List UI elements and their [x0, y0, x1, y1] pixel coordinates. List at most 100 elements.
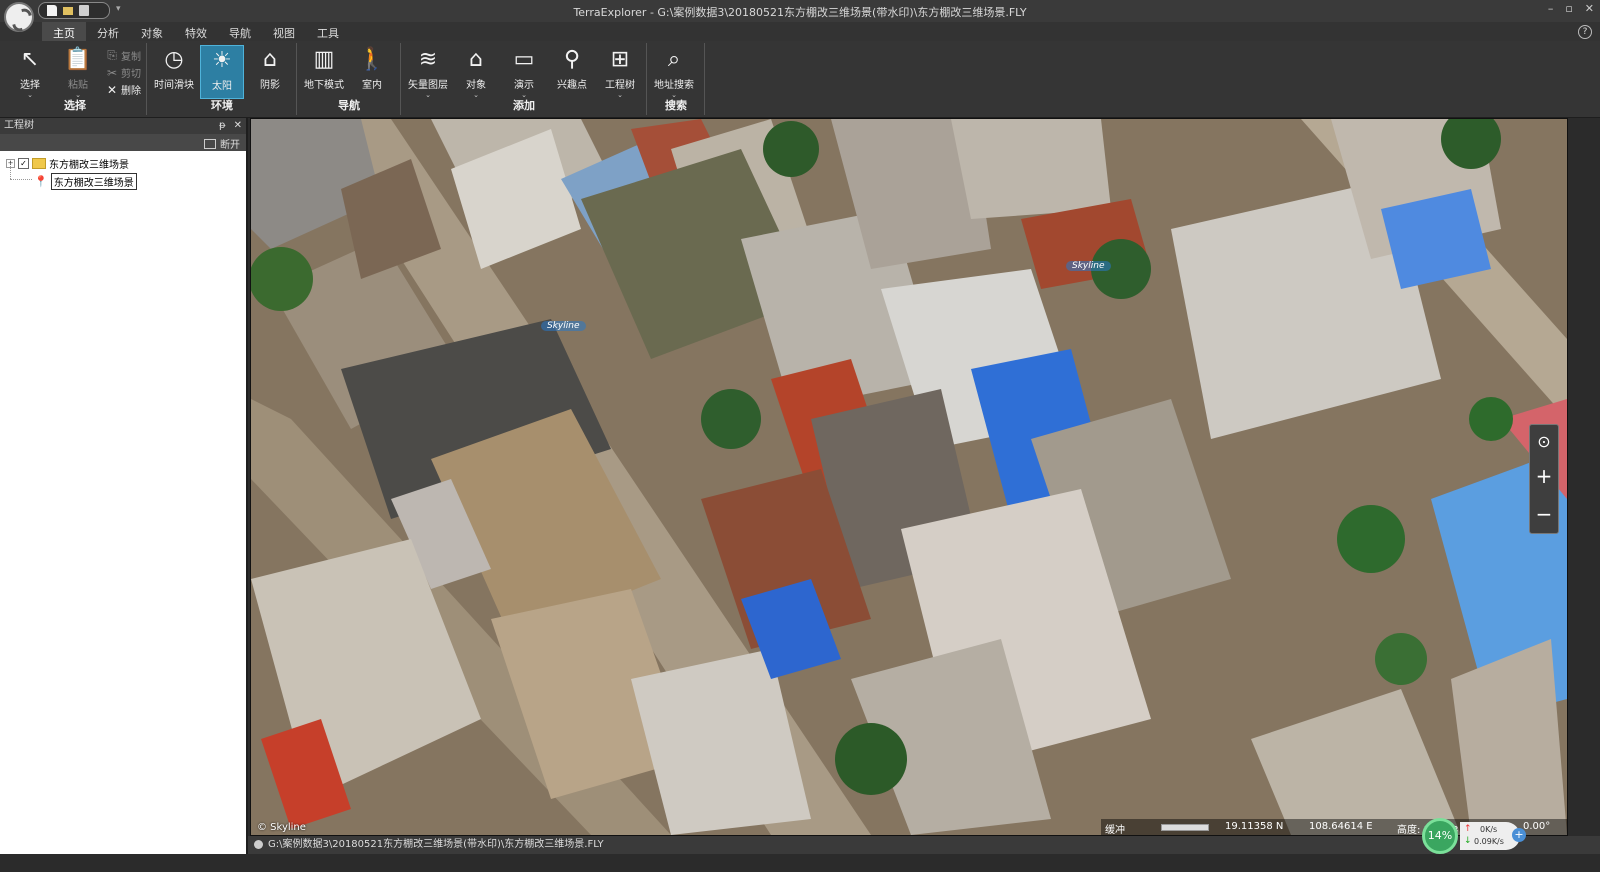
- indoor-label: 室内: [362, 80, 382, 91]
- disconnect-button[interactable]: 断开: [204, 136, 240, 151]
- paste-button[interactable]: 📋 粘贴 ⌄: [56, 45, 100, 99]
- aerial-scene: [251, 119, 1567, 835]
- pin-icon[interactable]: ᵽ: [219, 118, 226, 134]
- presentation-board-icon: ▭: [513, 47, 535, 72]
- project-tree-toolbar: 断开: [0, 134, 246, 151]
- copy-button[interactable]: ⎘ 复制: [106, 47, 141, 64]
- tree-node-label: 东方棚改三维场景: [49, 160, 129, 171]
- ribbon-toolbar: ↖ 选择 ⌄ 📋 粘贴 ⌄ ⎘ 复制 ✂ 剪切 ✕ 删除 选择 ◷ 时间滑块 ☀ 太阳…: [0, 41, 1600, 118]
- app-logo-icon[interactable]: [4, 2, 34, 32]
- latitude-readout: 19.11358 N: [1225, 821, 1284, 832]
- restore-button[interactable]: ▫: [1565, 2, 1572, 15]
- heading-readout: 0.00°: [1523, 821, 1551, 832]
- disconnect-label: 断开: [220, 140, 240, 151]
- tree: [835, 723, 907, 795]
- zoom-in-button[interactable]: +: [1536, 464, 1553, 488]
- cut-label: 剪切: [121, 69, 141, 80]
- select-button[interactable]: ↖ 选择 ⌄: [8, 45, 52, 99]
- close-button[interactable]: ✕: [1585, 2, 1594, 15]
- status-bar: G:\案例数据3\20180521东方棚改三维场景(带水印)\东方棚改三维场景.…: [248, 836, 1600, 854]
- select-label: 选择: [20, 80, 40, 91]
- group-label-select: 选择: [64, 99, 86, 112]
- project-tree-label: 工程树: [605, 80, 635, 91]
- delete-label: 删除: [121, 86, 141, 97]
- minimize-button[interactable]: –: [1548, 2, 1554, 15]
- tree: [1375, 633, 1427, 685]
- poi-label: 兴趣点: [557, 80, 587, 91]
- object-house-icon: ⌂: [469, 47, 483, 72]
- project-tree-button[interactable]: ⊞ 工程树 ⌄: [598, 45, 642, 99]
- object-button[interactable]: ⌂ 对象 ⌄: [454, 45, 498, 99]
- paste-label: 粘贴: [68, 80, 88, 91]
- group-label-navigation: 导航: [338, 99, 360, 112]
- underground-mode-button[interactable]: ▥ 地下模式: [302, 45, 346, 99]
- cpu-usage-indicator[interactable]: 14%: [1422, 818, 1458, 854]
- download-speed: 0.09K/s: [1474, 837, 1504, 846]
- delete-icon: ✕: [106, 82, 118, 97]
- scissors-icon: ✂: [106, 65, 118, 80]
- copyright-label: © Skyline: [257, 822, 306, 833]
- house-shadow-icon: ⌂: [263, 47, 277, 72]
- panel-close-icon[interactable]: ✕: [234, 118, 242, 134]
- group-label-add: 添加: [513, 99, 535, 112]
- ribbon-group-navigation: ▥ 地下模式 🚶 室内 导航: [298, 43, 401, 115]
- ribbon-group-search: ⌕ 地址搜索 ⌄ 搜索: [648, 43, 705, 115]
- ribbon-group-select: ↖ 选择 ⌄ 📋 粘贴 ⌄ ⎘ 复制 ✂ 剪切 ✕ 删除 选择: [4, 43, 147, 115]
- window-title: TerraExplorer - G:\案例数据3\20180521东方棚改三维场…: [573, 6, 1027, 19]
- help-icon[interactable]: ?: [1578, 25, 1592, 39]
- layers-icon: ≋: [418, 47, 438, 72]
- folder-icon: [32, 158, 46, 169]
- time-slider-label: 时间滑块: [154, 80, 194, 91]
- delete-button[interactable]: ✕ 删除: [106, 81, 141, 98]
- underground-icon: ▥: [313, 47, 335, 72]
- hierarchy-icon: ⊞: [610, 47, 630, 72]
- object-label: 对象: [466, 80, 486, 91]
- sun-button[interactable]: ☀ 太阳: [200, 45, 244, 99]
- navigation-control: ⊙ + −: [1529, 424, 1559, 534]
- vector-layer-button[interactable]: ≋ 矢量图层 ⌄: [406, 45, 450, 99]
- accelerate-plus-icon[interactable]: +: [1512, 828, 1526, 842]
- checkbox-icon[interactable]: ✓: [18, 158, 29, 169]
- clock-icon: ◷: [164, 47, 184, 72]
- title-bar: ▾ TerraExplorer - G:\案例数据3\20180521东方棚改三…: [0, 0, 1600, 23]
- tree: [251, 247, 313, 311]
- skyline-watermark: Skyline: [1066, 261, 1111, 271]
- poi-button[interactable]: ⚲ 兴趣点: [550, 45, 594, 99]
- cut-button[interactable]: ✂ 剪切: [106, 64, 141, 81]
- address-search-button[interactable]: ⌕ 地址搜索 ⌄: [652, 45, 696, 99]
- presentation-button[interactable]: ▭ 演示 ⌄: [502, 45, 546, 99]
- project-tree-title: 工程树: [4, 120, 34, 131]
- cursor-icon: ↖: [20, 47, 40, 72]
- 3d-viewport[interactable]: Skyline Skyline ⊙ + − © Skyline 缓冲 19.11…: [250, 118, 1568, 836]
- tree-connector: [10, 179, 32, 180]
- walking-person-icon: 🚶: [358, 47, 386, 72]
- copy-icon: ⎘: [107, 48, 117, 62]
- map-pin-icon: ⚲: [563, 47, 581, 72]
- zoom-out-button[interactable]: −: [1536, 502, 1553, 526]
- indoor-button[interactable]: 🚶 室内: [350, 45, 394, 99]
- download-arrow-icon: ↓: [1464, 836, 1472, 846]
- longitude-readout: 108.64614 E: [1309, 821, 1373, 832]
- tree: [1337, 505, 1405, 573]
- time-slider-button[interactable]: ◷ 时间滑块: [152, 45, 196, 99]
- menu-bar: 主页 分析 对象 特效 导航 视图 工具 ?: [0, 22, 1600, 44]
- tree-node-root[interactable]: + ✓ 东方棚改三维场景: [6, 156, 129, 171]
- underground-label: 地下模式: [304, 80, 344, 91]
- bottom-strip: [0, 854, 1600, 872]
- disconnect-icon: [204, 138, 216, 149]
- status-path: G:\案例数据3\20180521东方棚改三维场景(带水印)\东方棚改三维场景.…: [268, 839, 604, 850]
- tree-node-child[interactable]: 📍 东方棚改三维场景: [34, 173, 137, 190]
- sun-icon: ☀: [212, 48, 232, 73]
- magnifier-icon: ⌕: [667, 47, 681, 72]
- tree: [1469, 397, 1513, 441]
- vector-layer-label: 矢量图层: [408, 80, 448, 91]
- shadow-button[interactable]: ⌂ 阴影: [248, 45, 292, 99]
- document-status-icon: [254, 840, 263, 849]
- tree: [763, 121, 819, 177]
- address-search-label: 地址搜索: [654, 80, 694, 91]
- project-tree-panel: 工程树 ᵽ ✕ 断开 + ✓ 东方棚改三维场景 📍 东方棚改三维场景: [0, 118, 248, 854]
- north-compass-icon[interactable]: ⊙: [1537, 432, 1550, 451]
- clipboard-icon: 📋: [64, 47, 92, 72]
- group-label-environment: 环境: [211, 99, 233, 112]
- expand-icon[interactable]: +: [6, 159, 15, 168]
